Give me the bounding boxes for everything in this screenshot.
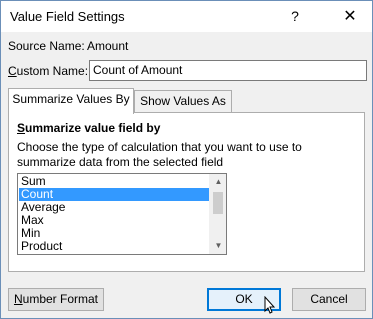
source-name-value: Amount — [87, 39, 129, 53]
custom-name-input[interactable]: Count of Amount — [89, 60, 367, 81]
custom-name-label: Custom Name: — [8, 64, 88, 78]
number-format-button[interactable]: Number Format — [8, 288, 104, 311]
custom-name-label-text: ustom Name: — [16, 64, 89, 78]
tab-show-values-as[interactable]: Show Values As — [134, 90, 232, 113]
value-field-settings-dialog: Value Field Settings ? ✕ Source Name: Am… — [0, 0, 373, 319]
list-item-product[interactable]: Product — [19, 240, 209, 253]
summarize-description: Choose the type of calculation that you … — [17, 140, 302, 169]
summarize-panel: Summarize value field by Choose the type… — [8, 112, 365, 272]
custom-name-accelerator: C — [8, 64, 17, 78]
list-item-max[interactable]: Max — [19, 214, 209, 227]
cancel-button[interactable]: Cancel — [292, 288, 366, 311]
list-item-average[interactable]: Average — [19, 201, 209, 214]
number-format-label: umber Format — [22, 292, 99, 306]
scroll-down-icon[interactable]: ▼ — [210, 238, 226, 254]
scroll-up-icon[interactable]: ▲ — [210, 174, 226, 190]
close-icon[interactable]: ✕ — [328, 2, 372, 31]
calculation-listbox[interactable]: Sum Count Average Max Min Product ▲ ▼ — [17, 173, 227, 255]
help-icon[interactable]: ? — [273, 2, 317, 31]
number-format-accelerator: N — [13, 292, 23, 306]
summarize-accelerator: S — [17, 121, 26, 135]
summarize-section-title: Summarize value field by — [17, 121, 160, 135]
mouse-pointer-icon — [264, 296, 276, 314]
source-name-label: Source Name: — [8, 39, 85, 53]
summarize-title-text: ummarize value field by — [25, 121, 161, 135]
title-bar: Value Field Settings ? ✕ — [1, 1, 372, 32]
scroll-thumb[interactable] — [213, 192, 223, 214]
tab-summarize-values-by[interactable]: Summarize Values By — [8, 88, 134, 114]
dialog-title: Value Field Settings — [10, 9, 125, 24]
listbox-scrollbar[interactable]: ▲ ▼ — [209, 174, 226, 254]
